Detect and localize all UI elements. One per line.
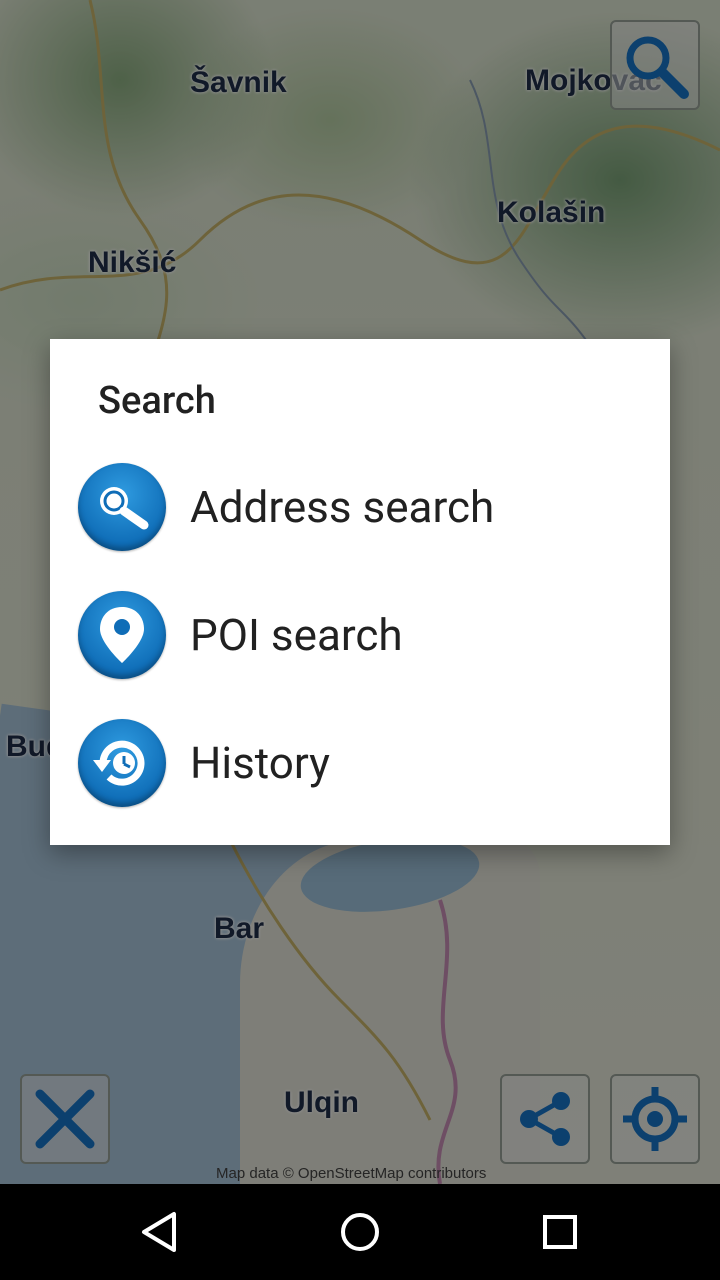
system-nav-bar [0, 1184, 720, 1280]
address-search-option[interactable]: Address search [50, 445, 670, 569]
recents-square-icon [543, 1215, 577, 1249]
history-option[interactable]: History [50, 701, 670, 825]
option-label: History [190, 737, 330, 789]
home-circle-icon [341, 1213, 379, 1251]
back-triangle-icon [142, 1212, 176, 1252]
home-button[interactable] [332, 1204, 388, 1260]
option-label: POI search [190, 609, 403, 661]
magnifier-icon [78, 463, 166, 551]
search-dialog: Search Address search POI search History [50, 339, 670, 845]
history-clock-icon [78, 719, 166, 807]
map-pin-icon [78, 591, 166, 679]
option-label: Address search [190, 481, 495, 533]
poi-search-option[interactable]: POI search [50, 573, 670, 697]
back-button[interactable] [132, 1204, 188, 1260]
dialog-title: Search [98, 379, 216, 423]
recents-button[interactable] [532, 1204, 588, 1260]
